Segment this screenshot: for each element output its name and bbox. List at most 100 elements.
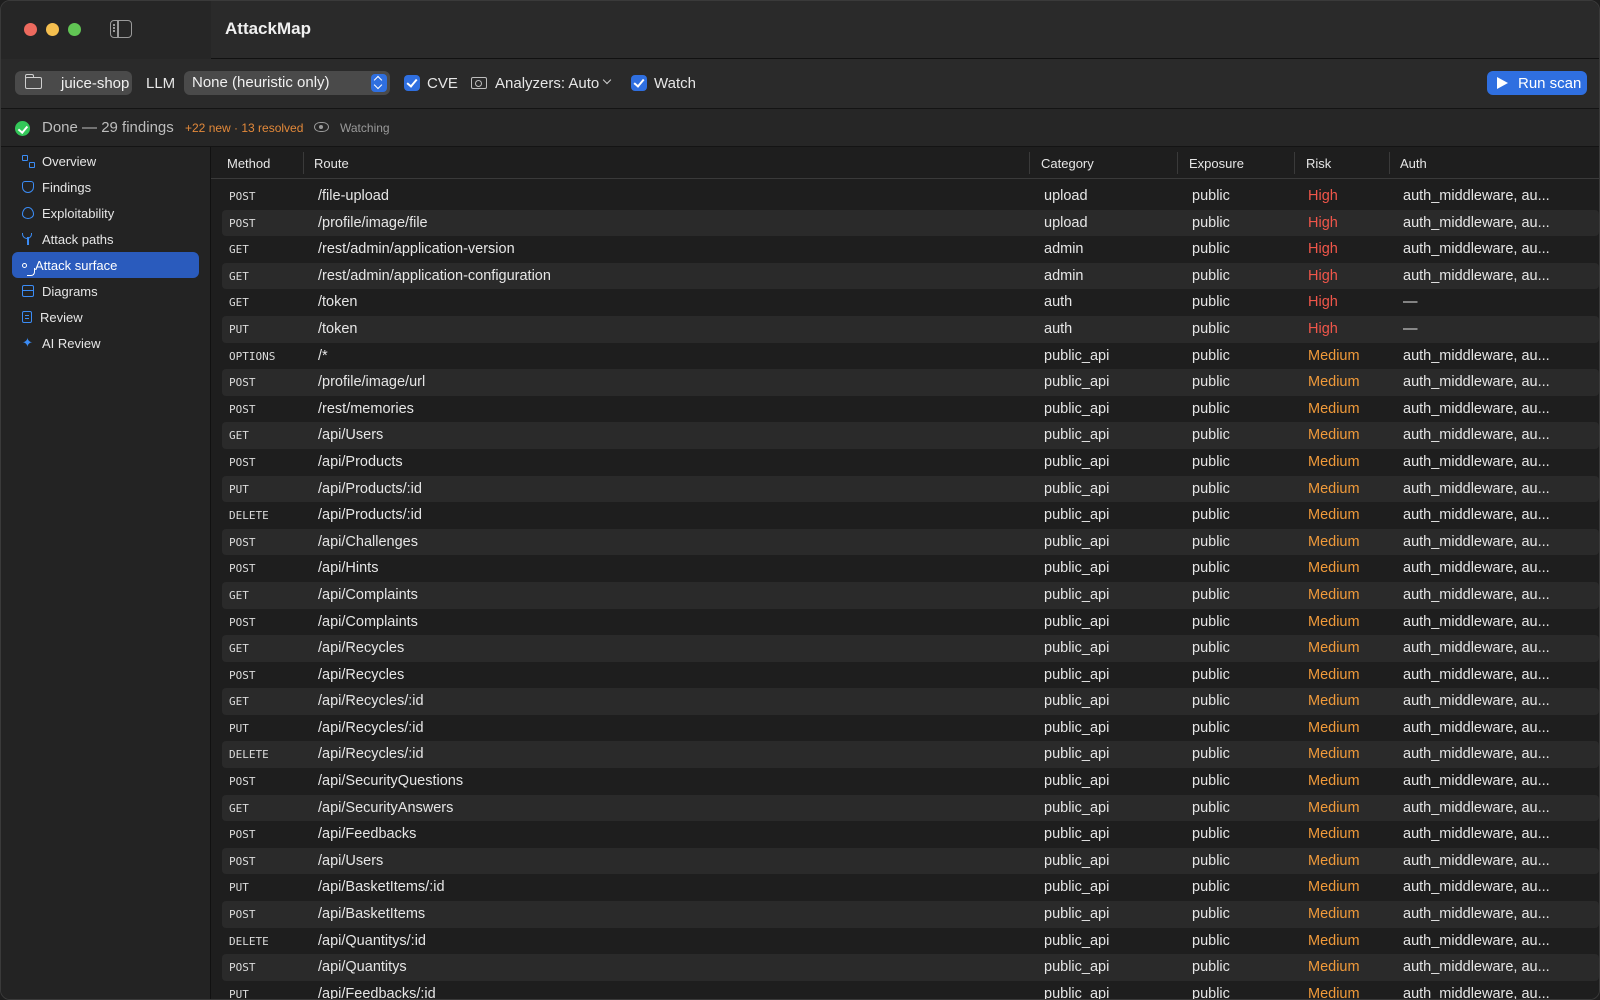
run-scan-label: Run scan (1518, 74, 1582, 92)
sidebar-toggle-icon[interactable] (110, 20, 132, 38)
sidebar-item-review[interactable]: Review (12, 304, 199, 330)
route-cell: /file-upload (318, 188, 389, 204)
column-divider[interactable] (1029, 152, 1030, 174)
risk-cell: Medium (1308, 906, 1360, 923)
minimize-window-button[interactable] (46, 23, 59, 36)
table-row[interactable]: POST/api/Products public_api public Medium a… (222, 449, 1599, 476)
table-row[interactable]: GET/api/SecurityAnswers public_api public M… (222, 794, 1599, 822)
folder-icon (24, 74, 42, 89)
category-cell: public_api (1044, 400, 1110, 417)
table-row[interactable]: POST/profile/image/url public_api public Me… (222, 369, 1599, 396)
table-row[interactable]: DELETE/api/Quantitys/:id public_api public… (222, 928, 1599, 955)
sidebar-item-findings[interactable]: Findings (12, 174, 199, 200)
table-row[interactable]: DELETE/api/Recycles/:id public_api public M… (222, 741, 1599, 769)
table-row[interactable]: POST/api/Recycles public_api public Medium a… (222, 662, 1599, 689)
watch-checkbox[interactable] (631, 75, 647, 91)
table-row[interactable]: PUT/token auth public High — (222, 315, 1599, 343)
table-row[interactable]: PUT/api/Feedbacks/:id public_api public Med… (222, 981, 1599, 1000)
route-cell: /api/Feedbacks/:id (318, 985, 436, 1000)
exposure-cell: public (1192, 400, 1230, 417)
route-cell: /api/Users (318, 852, 384, 869)
table-row[interactable]: POST/api/Challenges public_api public Mediu… (222, 528, 1599, 556)
route-cell: /api/Complaints (318, 586, 418, 603)
risk-cell: Medium (1308, 799, 1360, 816)
table-row[interactable]: GET/api/Recycles/:id public_api public Medi… (222, 688, 1599, 715)
llm-select[interactable]: None (heuristic only) (184, 71, 390, 95)
risk-cell: Medium (1308, 533, 1360, 550)
sidebar-item-diagrams[interactable]: Diagrams (12, 278, 199, 304)
table-row[interactable]: PUT/api/Products/:id public_api public Medi… (222, 475, 1599, 503)
column-divider[interactable] (1294, 152, 1295, 174)
sidebar-item-attack-surface[interactable]: Attack surface (12, 252, 199, 278)
column-header-category[interactable]: Category (1041, 156, 1094, 171)
method-cell: PUT (229, 987, 249, 1000)
table-row[interactable]: POST/api/Quantitys public_api public Medium… (222, 954, 1599, 981)
exposure-cell: public (1192, 560, 1230, 577)
exposure-cell: public (1192, 533, 1230, 550)
auth-cell: auth_middleware, au... (1403, 347, 1550, 364)
table-row[interactable]: GET/api/Recycles public_api public Medium au… (222, 635, 1599, 662)
method-cell: GET (229, 801, 249, 815)
table-row[interactable]: POST/api/Hints public_api public Medium auth… (222, 555, 1599, 582)
table-row[interactable]: PUT/api/Recycles/:id public_api public Medi… (222, 715, 1599, 742)
route-cell: /api/SecurityAnswers (318, 799, 454, 816)
exposure-cell: public (1192, 294, 1230, 311)
exposure-cell: public (1192, 427, 1230, 444)
column-header-risk[interactable]: Risk (1306, 156, 1331, 171)
table-row[interactable]: GET/api/Users public_api public Medium auth_… (222, 422, 1599, 449)
table-row[interactable]: OPTIONS /* public_api public Medium auth_midd… (222, 343, 1599, 370)
title-bar: AttackMap (1, 1, 1599, 59)
table-row[interactable]: DELETE/api/Products/:id public_api public M… (222, 502, 1599, 529)
sidebar: Overview Findings Exploitability Attack … (1, 147, 211, 999)
column-header-exposure[interactable]: Exposure (1189, 156, 1244, 171)
sidebar-item-attack-paths[interactable]: Attack paths (12, 226, 199, 252)
risk-cell: Medium (1308, 347, 1360, 364)
auth-cell: auth_middleware, au... (1403, 560, 1550, 577)
table-row[interactable]: POST/api/SecurityQuestions public_api publ… (222, 768, 1599, 795)
method-cell: PUT (229, 721, 249, 735)
exposure-cell: public (1192, 640, 1230, 657)
risk-cell: High (1308, 294, 1338, 311)
chevron-down-icon[interactable] (602, 75, 612, 85)
column-divider[interactable] (1389, 152, 1390, 174)
method-cell: GET (229, 429, 249, 443)
table-row[interactable]: GET/token auth public High — (222, 289, 1599, 316)
table-row[interactable]: POST/api/Feedbacks public_api public Medium… (222, 821, 1599, 848)
category-cell: admin (1044, 267, 1084, 284)
auth-cell: auth_middleware, au... (1403, 906, 1550, 923)
table-row[interactable]: POST/file-upload upload public High auth_mid… (222, 183, 1599, 210)
column-header-method[interactable]: Method (227, 156, 270, 171)
close-window-button[interactable] (24, 23, 37, 36)
auth-cell: auth_middleware, au... (1403, 932, 1550, 949)
table-row[interactable]: POST/profile/image/file upload public High a… (222, 209, 1599, 237)
sidebar-item-overview[interactable]: Overview (12, 148, 199, 174)
table-row[interactable]: POST/api/Users public_api public Medium auth… (222, 847, 1599, 875)
column-divider[interactable] (1177, 152, 1178, 174)
project-button[interactable]: juice-shop (15, 71, 132, 95)
table-row[interactable]: GET/api/Complaints public_api public Medium… (222, 581, 1599, 609)
column-divider[interactable] (303, 152, 304, 174)
auth-cell: auth_middleware, au... (1403, 799, 1550, 816)
table-row[interactable]: GET/rest/admin/application-version admin p… (222, 236, 1599, 263)
risk-cell: Medium (1308, 613, 1360, 630)
cve-checkbox[interactable] (404, 75, 420, 91)
table-row[interactable]: POST/rest/memories public_api public Medium… (222, 396, 1599, 423)
sidebar-item-exploitability[interactable]: Exploitability (12, 200, 199, 226)
column-header-auth[interactable]: Auth (1400, 156, 1427, 171)
column-header-route[interactable]: Route (314, 156, 349, 171)
sidebar-item-ai-review[interactable]: ✦ AI Review (12, 330, 199, 356)
table-row[interactable]: GET/rest/admin/application-configuration… (222, 262, 1599, 290)
table-row[interactable]: POST/api/Complaints public_api public Mediu… (222, 609, 1599, 636)
exposure-cell: public (1192, 959, 1230, 976)
table-row[interactable]: POST/api/BasketItems public_api public Medi… (222, 901, 1599, 928)
category-cell: public_api (1044, 560, 1110, 577)
run-scan-button[interactable]: Run scan (1487, 71, 1587, 95)
auth-cell: auth_middleware, au... (1403, 746, 1550, 763)
method-cell: POST (229, 216, 256, 230)
app-window: AttackMap juice-shop LLM None (heuristic… (0, 0, 1600, 1000)
auth-cell: — (1403, 320, 1418, 337)
method-cell: POST (229, 908, 256, 922)
table-row[interactable]: PUT/api/BasketItems/:id public_api public M… (222, 874, 1599, 901)
analyzers-menu[interactable]: Analyzers: Auto (495, 75, 599, 92)
zoom-window-button[interactable] (68, 23, 81, 36)
